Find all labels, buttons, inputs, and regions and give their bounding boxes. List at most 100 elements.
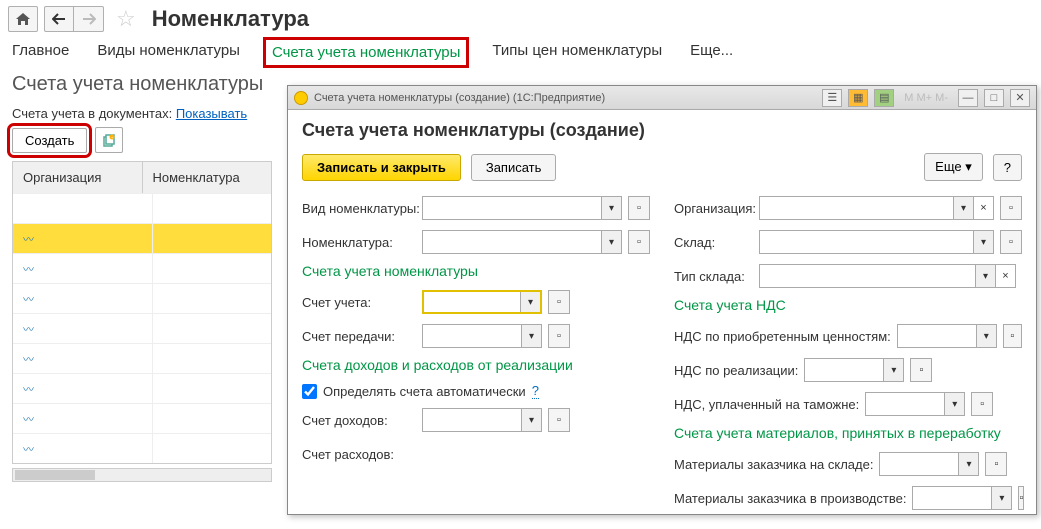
copy-button[interactable]: + — [95, 127, 123, 153]
mat-wh-combo[interactable]: ▾ — [879, 452, 979, 476]
section-accounts-heading: Счета учета номенклатуры — [302, 263, 650, 279]
dropdown-icon[interactable]: ▾ — [953, 197, 973, 219]
tab-more[interactable]: Еще... — [690, 42, 733, 63]
grid-col-org[interactable]: Организация — [13, 162, 143, 193]
dialog-title: Счета учета номенклатуры (создание) (1С:… — [314, 92, 816, 104]
row-icon: 〰 — [23, 411, 34, 427]
dialog-heading: Счета учета номенклатуры (создание) — [302, 120, 1022, 141]
open-button[interactable]: ▫ — [1000, 230, 1022, 254]
title-btn-calc[interactable]: ▦ — [848, 89, 868, 107]
label-mat-prod: Материалы заказчика в производстве: — [674, 491, 906, 506]
label-vat-customs: НДС, уплаченный на таможне: — [674, 397, 859, 412]
section-vat-heading: Счета учета НДС — [674, 297, 1022, 313]
auto-checkbox[interactable] — [302, 384, 317, 399]
open-button[interactable]: ▫ — [628, 230, 650, 254]
open-button[interactable]: ▫ — [548, 324, 570, 348]
dropdown-icon[interactable]: ▾ — [521, 325, 541, 347]
transfer-combo[interactable]: ▾ — [422, 324, 542, 348]
grid-hscroll[interactable] — [12, 468, 272, 482]
tab-types[interactable]: Виды номенклатуры — [97, 42, 240, 63]
row-icon: 〰 — [23, 351, 34, 367]
open-button[interactable]: ▫ — [971, 392, 993, 416]
tab-accounts[interactable]: Счета учета номенклатуры — [268, 42, 464, 63]
open-button[interactable]: ▫ — [1018, 486, 1024, 510]
grid-row-selected[interactable]: 〰 — [13, 223, 271, 253]
label-vat-acq: НДС по приобретенным ценностям: — [674, 329, 891, 344]
clear-icon[interactable]: × — [973, 197, 993, 219]
grid-col-nom[interactable]: Номенклатура — [143, 162, 272, 193]
grid-row[interactable]: 〰 — [13, 373, 271, 403]
row-icon: 〰 — [23, 321, 34, 337]
open-button[interactable]: ▫ — [985, 452, 1007, 476]
app-icon — [294, 91, 308, 105]
mat-prod-combo[interactable]: ▾ — [912, 486, 1012, 510]
nom-type-combo[interactable]: ▾ — [422, 196, 622, 220]
wh-type-combo[interactable]: ▾× — [759, 264, 1016, 288]
dropdown-icon[interactable]: ▾ — [521, 409, 541, 431]
save-close-button[interactable]: Записать и закрыть — [302, 154, 461, 181]
org-combo[interactable]: ▾× — [759, 196, 994, 220]
open-button[interactable]: ▫ — [548, 408, 570, 432]
home-button[interactable] — [8, 6, 38, 32]
dropdown-icon[interactable]: ▾ — [973, 231, 993, 253]
title-btn-cal[interactable]: ▤ — [874, 89, 894, 107]
grid-row[interactable]: 〰 — [13, 283, 271, 313]
open-button[interactable]: ▫ — [910, 358, 932, 382]
account-combo[interactable]: ▾ — [422, 290, 542, 314]
title-btn-max[interactable]: □ — [984, 89, 1004, 107]
label-vat-real: НДС по реализации: — [674, 363, 798, 378]
dropdown-icon[interactable]: ▾ — [944, 393, 964, 415]
label-warehouse: Склад: — [674, 235, 759, 250]
title-btn-1[interactable]: ☰ — [822, 89, 842, 107]
label-income: Счет доходов: — [302, 413, 422, 428]
grid-row[interactable]: 〰 — [13, 313, 271, 343]
grid-row[interactable]: 〰 — [13, 403, 271, 433]
open-button[interactable]: ▫ — [628, 196, 650, 220]
dropdown-icon[interactable]: ▾ — [883, 359, 903, 381]
grid-row[interactable]: 〰 — [13, 343, 271, 373]
forward-button[interactable] — [74, 6, 104, 32]
dropdown-icon[interactable]: ▾ — [975, 265, 995, 287]
help-button[interactable]: ? — [993, 154, 1022, 181]
label-org: Организация: — [674, 201, 759, 216]
save-button[interactable]: Записать — [471, 154, 557, 181]
more-button[interactable]: Еще ▾ — [924, 153, 983, 181]
vat-customs-combo[interactable]: ▾ — [865, 392, 965, 416]
row-icon: 〰 — [23, 441, 34, 457]
dropdown-icon[interactable]: ▾ — [601, 197, 621, 219]
section-income-heading: Счета доходов и расходов от реализации — [302, 357, 650, 373]
row-icon: 〰 — [23, 381, 34, 397]
dropdown-icon[interactable]: ▾ — [976, 325, 996, 347]
clear-icon[interactable]: × — [995, 265, 1015, 287]
grid-row[interactable]: 〰 — [13, 253, 271, 283]
back-button[interactable] — [44, 6, 74, 32]
open-button[interactable]: ▫ — [1003, 324, 1022, 348]
title-btn-close[interactable]: ✕ — [1010, 89, 1030, 107]
tab-main[interactable]: Главное — [12, 42, 69, 63]
auto-check-label: Определять счета автоматически — [323, 384, 526, 399]
title-btn-min[interactable]: — — [958, 89, 978, 107]
nomenclature-combo[interactable]: ▾ — [422, 230, 622, 254]
warehouse-combo[interactable]: ▾ — [759, 230, 994, 254]
open-button[interactable]: ▫ — [548, 290, 570, 314]
open-button[interactable]: ▫ — [1000, 196, 1022, 220]
show-accounts-link[interactable]: Показывать — [176, 106, 247, 121]
tab-price-types[interactable]: Типы цен номенклатуры — [492, 42, 662, 63]
label-account: Счет учета: — [302, 295, 422, 310]
dropdown-icon[interactable]: ▾ — [991, 487, 1011, 509]
label-nomenclature: Номенклатура: — [302, 235, 422, 250]
accounts-grid[interactable]: Организация Номенклатура 〰 〰 〰 〰 〰 〰 〰 〰 — [12, 161, 272, 464]
create-button[interactable]: Создать — [12, 128, 87, 153]
income-combo[interactable]: ▾ — [422, 408, 542, 432]
page-title: Номенклатура — [152, 6, 309, 32]
vat-acq-combo[interactable]: ▾ — [897, 324, 997, 348]
help-link[interactable]: ? — [532, 383, 539, 399]
favorite-icon[interactable]: ☆ — [110, 6, 142, 32]
dropdown-icon[interactable]: ▾ — [601, 231, 621, 253]
grid-row[interactable]: 〰 — [13, 433, 271, 463]
label-mat-wh: Материалы заказчика на складе: — [674, 457, 873, 472]
dropdown-icon[interactable]: ▾ — [520, 292, 540, 312]
label-wh-type: Тип склада: — [674, 269, 759, 284]
dropdown-icon[interactable]: ▾ — [958, 453, 978, 475]
vat-real-combo[interactable]: ▾ — [804, 358, 904, 382]
